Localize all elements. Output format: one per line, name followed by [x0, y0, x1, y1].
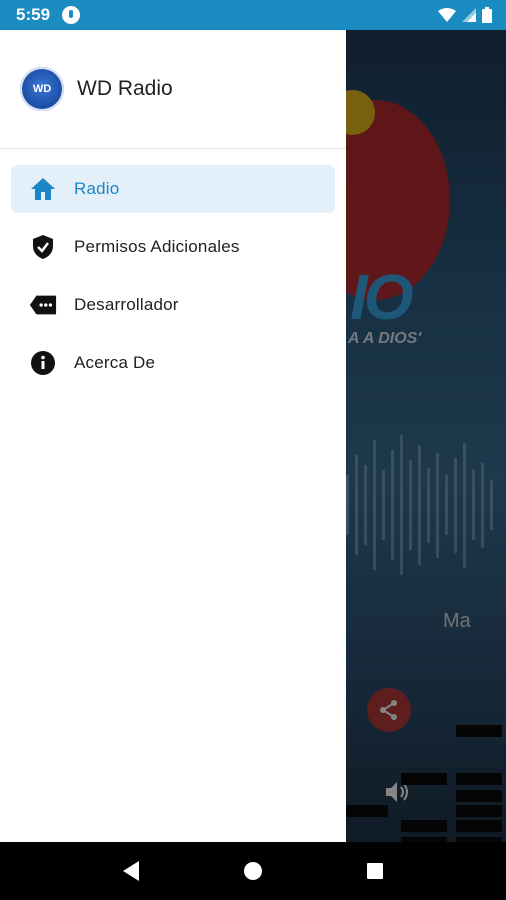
- shield-check-icon: [29, 233, 57, 261]
- app-title: WD Radio: [77, 77, 173, 100]
- menu-item-permisos[interactable]: Permisos Adicionales: [11, 223, 335, 271]
- status-icons: [438, 7, 492, 23]
- tag-dots-icon: [29, 291, 57, 319]
- system-nav-bar: [0, 842, 506, 900]
- menu-item-acerca[interactable]: Acerca De: [11, 339, 335, 387]
- mic-icon: [62, 6, 81, 24]
- home-icon: [29, 175, 57, 203]
- menu-item-label: Desarrollador: [74, 295, 179, 314]
- app-logo: WD: [20, 67, 64, 111]
- drawer-menu: Radio Permisos Adicionales Desarrollador…: [0, 149, 346, 387]
- menu-item-label: Acerca De: [74, 353, 156, 372]
- navigation-drawer: WD WD Radio Radio Permisos Adicionales D…: [0, 30, 346, 842]
- menu-item-label: Radio: [74, 179, 120, 198]
- menu-item-label: Permisos Adicionales: [74, 237, 240, 256]
- status-bar: 5:59: [0, 0, 506, 30]
- status-time: 5:59: [16, 5, 51, 24]
- menu-item-radio[interactable]: Radio: [11, 165, 335, 213]
- signal-icon: [462, 8, 476, 22]
- menu-item-desarrollador[interactable]: Desarrollador: [11, 281, 335, 329]
- drawer-header: WD WD Radio: [0, 30, 346, 149]
- recents-icon[interactable]: [355, 851, 395, 891]
- info-icon: [29, 349, 57, 377]
- home-circle-icon[interactable]: [233, 851, 273, 891]
- battery-icon: [482, 7, 492, 23]
- back-icon[interactable]: [111, 851, 151, 891]
- wifi-icon: [438, 8, 456, 22]
